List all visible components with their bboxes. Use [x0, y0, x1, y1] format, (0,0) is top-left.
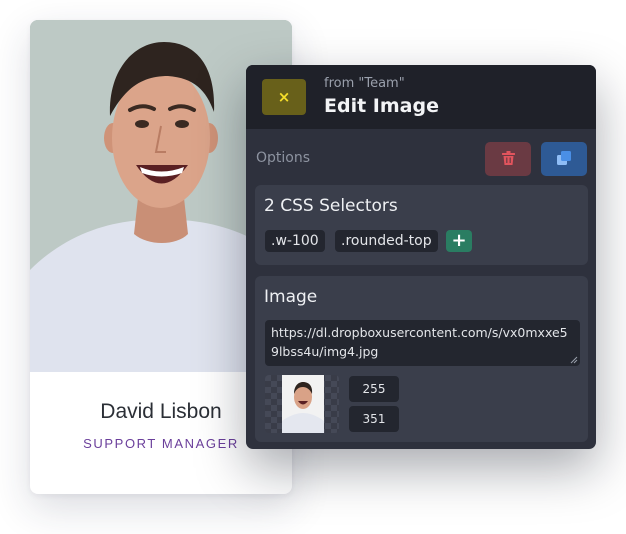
selectors-title: 2 CSS Selectors — [264, 196, 398, 216]
options-label: Options — [256, 150, 311, 166]
image-section: Image https://dl.dropboxusercontent.com/… — [255, 276, 588, 442]
image-url-text: https://dl.dropboxusercontent.com/s/vx0m… — [271, 325, 568, 359]
resize-handle-icon[interactable] — [570, 356, 578, 364]
plus-icon: + — [451, 230, 467, 251]
image-thumbnail[interactable] — [265, 375, 339, 433]
image-height-input[interactable]: 351 — [349, 406, 399, 432]
thumbnail-image — [282, 375, 324, 433]
editor-header: × from "Team" Edit Image — [246, 65, 596, 129]
panel-title: Edit Image — [324, 95, 439, 117]
selector-chip[interactable]: .w-100 — [265, 230, 325, 252]
delete-button[interactable] — [485, 142, 531, 176]
source-label: from "Team" — [324, 76, 405, 91]
image-width-input[interactable]: 255 — [349, 376, 399, 402]
trash-icon — [501, 150, 515, 169]
edit-image-panel: × from "Team" Edit Image Options 2 CSS S… — [246, 65, 596, 449]
image-url-input[interactable]: https://dl.dropboxusercontent.com/s/vx0m… — [265, 320, 580, 366]
selector-chip[interactable]: .rounded-top — [335, 230, 438, 252]
duplicate-button[interactable] — [541, 142, 587, 176]
close-icon: × — [277, 88, 291, 106]
copy-icon — [557, 150, 571, 169]
close-button[interactable]: × — [262, 79, 306, 115]
add-selector-button[interactable]: + — [446, 230, 472, 252]
css-selectors-section: 2 CSS Selectors .w-100 .rounded-top + — [255, 185, 588, 265]
image-title: Image — [264, 287, 318, 307]
